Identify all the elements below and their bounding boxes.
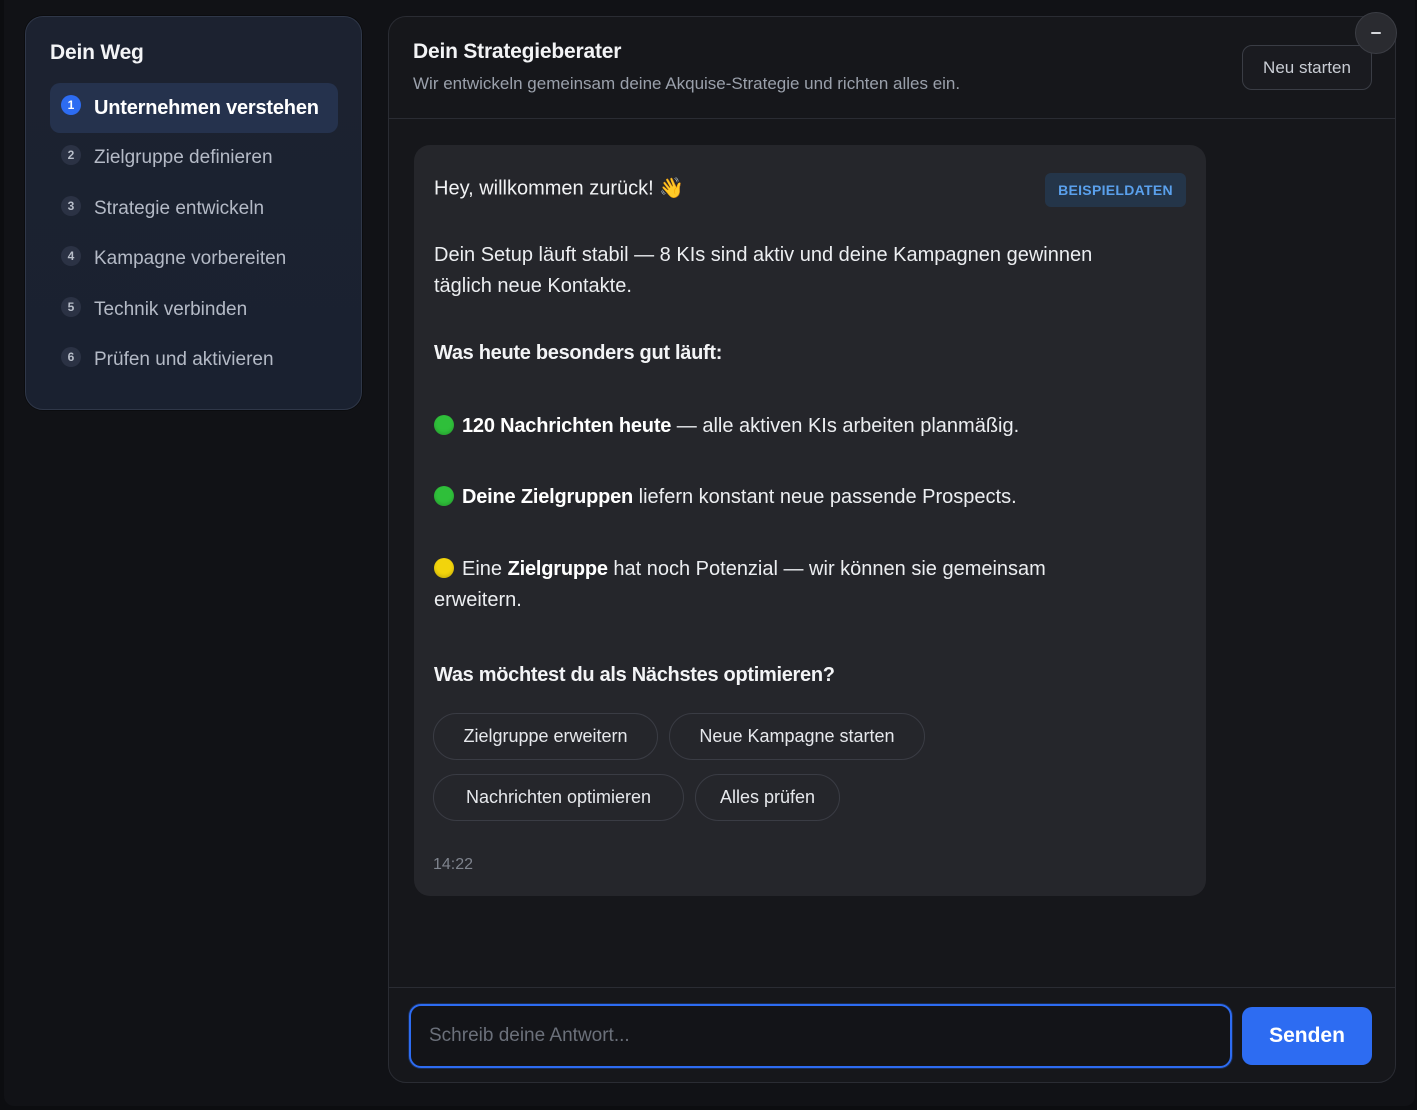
option-neue-kampagne-starten[interactable]: Neue Kampagne starten — [669, 713, 925, 760]
message-greeting: Hey, willkommen zurück! 👋 — [434, 177, 685, 200]
step-number: 1 — [61, 95, 81, 115]
step-number: 6 — [61, 347, 81, 368]
step-label: Strategie entwickeln — [94, 197, 265, 219]
step-item-strategie-entwickeln[interactable]: 3 Strategie entwickeln — [50, 184, 338, 235]
send-button[interactable]: Senden — [1242, 1007, 1372, 1065]
status-highlight: Zielgruppe — [507, 558, 608, 580]
page-title: Dein Strategieberater — [413, 40, 622, 63]
option-zielgruppe-erweitern[interactable]: Zielgruppe erweitern — [433, 713, 658, 760]
option-alles-pruefen[interactable]: Alles prüfen — [695, 774, 840, 821]
step-number: 2 — [61, 145, 81, 166]
page-subtitle: Wir entwickeln gemeinsam deine Akquise-S… — [413, 74, 961, 93]
step-label: Kampagne vorbereiten — [94, 248, 287, 270]
green-circle-icon — [434, 415, 454, 435]
reply-input[interactable] — [409, 1004, 1232, 1068]
step-item-technik-verbinden[interactable]: 5 Technik verbinden — [50, 285, 338, 336]
step-label: Unternehmen verstehen — [94, 96, 319, 119]
step-item-zielgruppe-definieren[interactable]: 2 Zielgruppe definieren — [50, 133, 338, 184]
status-item: Eine Zielgruppe hat noch Potenzial — wir… — [434, 554, 1124, 616]
sidebar-title: Dein Weg — [50, 41, 144, 64]
status-item: 120 Nachrichten heute — alle aktiven KIs… — [434, 411, 1124, 442]
option-nachrichten-optimieren[interactable]: Nachrichten optimieren — [433, 774, 684, 821]
step-label: Technik verbinden — [94, 298, 248, 320]
assistant-message: Hey, willkommen zurück! 👋 BEISPIELDATEN … — [414, 145, 1206, 896]
yellow-circle-icon — [434, 558, 454, 578]
chat-header: Dein Strategieberater Wir entwickeln gem… — [389, 17, 1395, 119]
question-heading: Was möchtest du als Nächstes optimieren? — [434, 664, 835, 686]
message-intro: Dein Setup läuft stabil — 8 KIs sind akt… — [434, 244, 1093, 297]
status-highlight: Deine Zielgruppen — [462, 486, 634, 508]
step-list: 1 Unternehmen verstehen 2 Zielgruppe def… — [50, 83, 338, 386]
status-highlight: 120 Nachrichten heute — [462, 415, 672, 437]
status-prefix: Eine — [462, 558, 508, 580]
step-item-unternehmen-verstehen[interactable]: 1 Unternehmen verstehen — [50, 83, 338, 133]
step-item-kampagne-vorbereiten[interactable]: 4 Kampagne vorbereiten — [50, 234, 338, 285]
sample-data-badge: BEISPIELDATEN — [1045, 173, 1186, 207]
restart-button[interactable]: Neu starten — [1242, 45, 1372, 90]
step-label: Zielgruppe definieren — [94, 147, 273, 169]
green-circle-icon — [434, 486, 454, 506]
step-label: Prüfen und aktivieren — [94, 349, 274, 371]
status-text: — alle aktiven KIs arbeiten planmäßig. — [671, 415, 1020, 437]
minimize-button[interactable] — [1355, 12, 1397, 54]
step-number: 3 — [61, 195, 81, 216]
step-item-pruefen-und-aktivieren[interactable]: 6 Prüfen und aktivieren — [50, 335, 338, 386]
status-item: Deine Zielgruppen liefern konstant neue … — [434, 482, 1124, 513]
step-number: 4 — [61, 246, 81, 267]
chat-panel: Dein Strategieberater Wir entwickeln gem… — [388, 16, 1396, 1083]
section-heading: Was heute besonders gut läuft: — [434, 342, 723, 364]
message-composer: Senden — [389, 987, 1395, 1082]
message-timestamp: 14:22 — [433, 856, 474, 873]
status-text: liefern konstant neue passende Prospects… — [633, 486, 1017, 508]
progress-sidebar: Dein Weg 1 Unternehmen verstehen 2 Zielg… — [25, 16, 362, 410]
step-number: 5 — [61, 296, 81, 317]
minus-icon — [1371, 32, 1381, 34]
